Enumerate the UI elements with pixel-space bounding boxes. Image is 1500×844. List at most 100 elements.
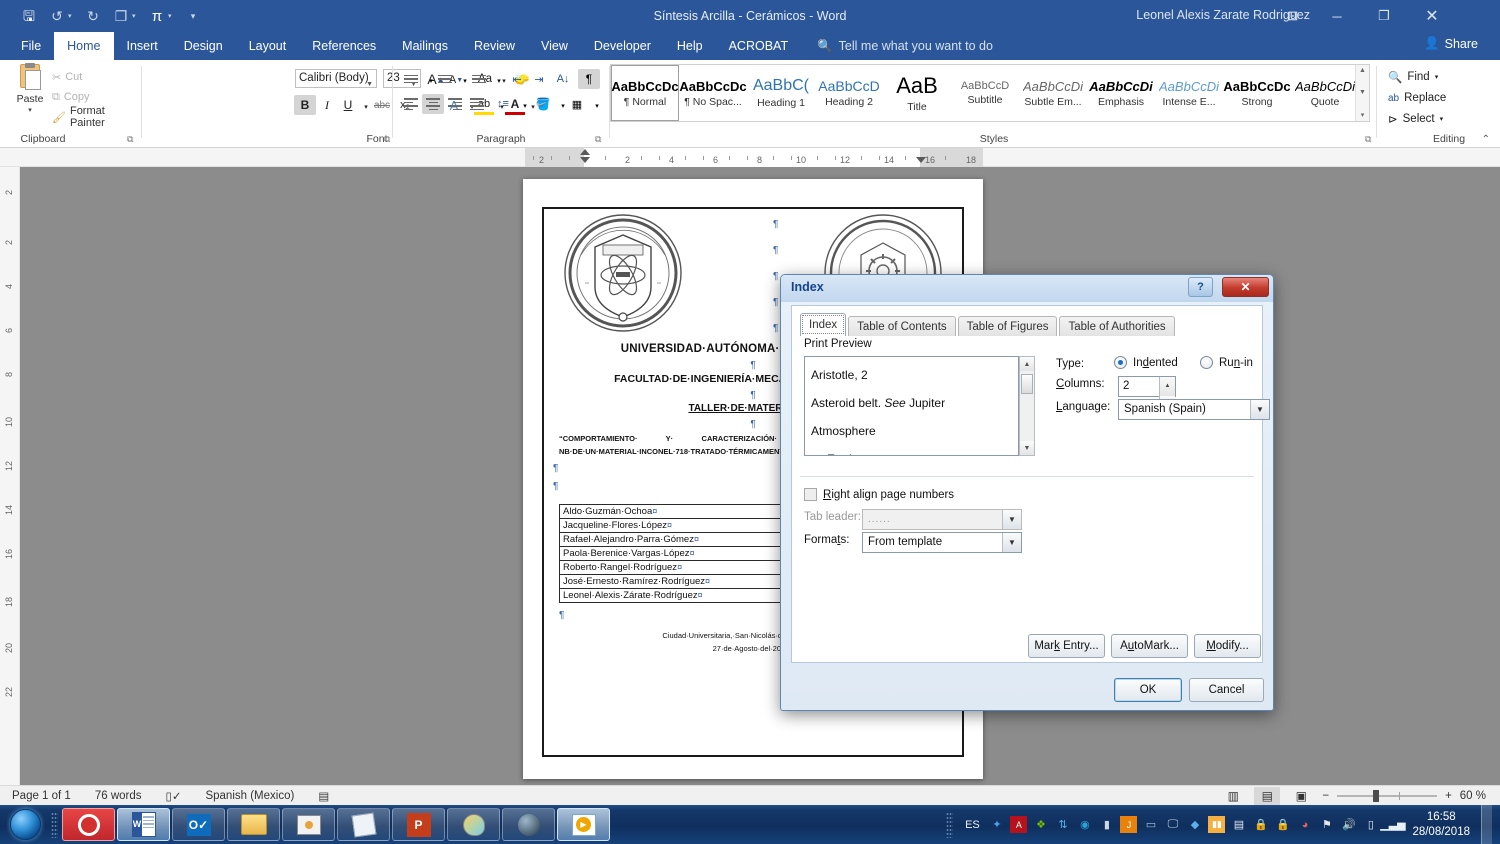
right-align-page-numbers-checkbox[interactable]: Right align page numbers <box>804 488 954 501</box>
proofing-errors-icon[interactable]: ▯✓ <box>154 789 194 803</box>
powerpoint-icon[interactable]: P <box>392 808 445 841</box>
scrollbar-thumb[interactable] <box>1021 374 1033 394</box>
tab-review[interactable]: Review <box>461 32 528 60</box>
font-dialog-launcher[interactable]: ⧉ <box>384 134 390 145</box>
right-indent-marker[interactable] <box>916 157 926 163</box>
dialog-help-button[interactable]: ? <box>1188 277 1213 297</box>
collapse-ribbon-icon[interactable]: ⌃ <box>1482 134 1490 145</box>
minimize-button[interactable]: ─ <box>1314 0 1360 32</box>
realtek-icon[interactable]: ◆ <box>1186 816 1203 833</box>
zoom-controls[interactable]: ▥ ▤ ▣ − + 60 % <box>1220 786 1486 805</box>
align-right-button[interactable] <box>444 94 466 114</box>
tab-leader-combo[interactable]: ...... ▼ <box>862 509 1022 530</box>
italic-button[interactable]: I <box>316 95 338 115</box>
chevron-down-icon[interactable]: ▼ <box>366 76 373 93</box>
laptop-icon[interactable]: ▭ <box>1142 816 1159 833</box>
chevron-down-icon[interactable]: ▼ <box>1002 533 1021 552</box>
save-icon[interactable]: 🖫 <box>16 4 42 28</box>
style-title[interactable]: AaB Title <box>883 65 951 121</box>
equation-icon[interactable]: π <box>144 4 170 28</box>
clock[interactable]: 16:58 28/08/2018 <box>1406 810 1476 840</box>
shapes-icon[interactable]: ❐ <box>108 4 134 28</box>
style-no-spacing[interactable]: AaBbCcDc ¶ No Spac... <box>679 65 747 121</box>
close-button[interactable]: ✕ <box>1409 0 1455 32</box>
zoom-in-button[interactable]: + <box>1445 790 1452 802</box>
paint-icon[interactable] <box>447 808 500 841</box>
styles-more-icon[interactable]: ▾ <box>1361 111 1365 119</box>
tab-references[interactable]: References <box>299 32 389 60</box>
style-quote[interactable]: AaBbCcDi Quote <box>1291 65 1359 121</box>
adobe-icon[interactable]: A <box>1010 816 1028 833</box>
usb-icon[interactable]: ▮ <box>1098 816 1115 833</box>
steam-icon[interactable] <box>502 808 555 841</box>
style-subtitle[interactable]: AaBbCcD Subtitle <box>951 65 1019 121</box>
zoom-out-button[interactable]: − <box>1322 790 1329 802</box>
undo-dropdown-icon[interactable]: ▾ <box>68 12 78 20</box>
dialog-tab-index[interactable]: Index <box>800 313 847 336</box>
taskbar-grip[interactable] <box>51 811 58 838</box>
bluetooth-icon[interactable]: ✦ <box>988 816 1005 833</box>
tab-mailings[interactable]: Mailings <box>389 32 461 60</box>
opera-icon[interactable] <box>62 808 115 841</box>
share-button[interactable]: 👤 Share <box>1424 36 1478 51</box>
nvidia-icon[interactable]: ❖ <box>1032 816 1049 833</box>
network-sync-icon[interactable]: ⇅ <box>1054 816 1071 833</box>
horizontal-ruler[interactable]: 2 2 4 6 8 10 12 14 16 18 <box>0 148 1500 167</box>
task-icon[interactable]: ▤ <box>1230 816 1247 833</box>
tab-design[interactable]: Design <box>171 32 236 60</box>
tab-developer[interactable]: Developer <box>581 32 664 60</box>
style-emphasis[interactable]: AaBbCcDi Emphasis <box>1087 65 1155 121</box>
radio-indented[interactable]: Indented <box>1114 356 1178 369</box>
columns-spinner[interactable]: 2 ▲ ▼ <box>1118 376 1176 415</box>
zoom-slider[interactable] <box>1337 789 1438 802</box>
language-indicator-tray[interactable]: ES <box>961 816 983 833</box>
style-subtle-emphasis[interactable]: AaBbCcDi Subtle Em... <box>1019 65 1087 121</box>
macro-record-icon[interactable]: ▤ <box>306 789 341 803</box>
tab-layout[interactable]: Layout <box>236 32 300 60</box>
radio-run-in[interactable]: Run-in <box>1200 356 1253 369</box>
scroll-up-icon[interactable]: ▲ <box>1359 67 1366 74</box>
paste-dropdown-icon[interactable]: ▾ <box>28 106 32 114</box>
word-icon[interactable]: W <box>117 808 170 841</box>
quick-access-toolbar[interactable]: 🖫 ↺ ▾ ↻ ❐ ▾ π ▾ ▾ <box>0 4 206 28</box>
language-combo[interactable]: Spanish (Spain) ▼ <box>1118 399 1270 420</box>
system-tray[interactable]: ES ✦ A ❖ ⇅ ◉ ▮ J ▭ 🖵 ◆ ▮▮ ▤ 🔒 🔒 ◕ ⚑ 🔊 ▯ … <box>943 805 1500 844</box>
antivirus-icon[interactable]: ◉ <box>1076 816 1093 833</box>
scroll-up-icon[interactable]: ▲ <box>1020 357 1034 371</box>
automark-button[interactable]: AutoMark... <box>1111 634 1188 658</box>
find-dropdown-icon[interactable]: ▾ <box>1435 73 1439 81</box>
underline-button[interactable]: U <box>338 95 358 115</box>
spinner-buttons[interactable]: ▲ ▼ <box>1159 377 1175 415</box>
style-heading-2[interactable]: AaBbCcD Heading 2 <box>815 65 883 121</box>
paste-button[interactable]: Paste ▾ <box>8 63 52 126</box>
scroll-down-icon[interactable]: ▼ <box>1359 89 1366 96</box>
clipboard-dialog-launcher[interactable]: ⧉ <box>127 134 133 145</box>
bold-button[interactable]: B <box>294 95 316 115</box>
media-player-icon[interactable]: ▶ <box>557 808 610 841</box>
styles-gallery[interactable]: AaBbCcDc ¶ Normal AaBbCcDc ¶ No Spac... … <box>610 64 1370 122</box>
tab-insert[interactable]: Insert <box>114 32 171 60</box>
dialog-close-button[interactable]: ✕ <box>1222 277 1269 297</box>
align-left-button[interactable] <box>400 94 422 114</box>
ribbon-display-options-icon[interactable]: ⊡ <box>1270 0 1316 32</box>
shapes-dropdown-icon[interactable]: ▾ <box>132 12 142 20</box>
style-heading-1[interactable]: AaBbC( Heading 1 <box>747 65 815 121</box>
print-layout-button[interactable]: ▤ <box>1254 786 1281 805</box>
shading-button[interactable]: 🪣 <box>532 94 554 114</box>
dialog-tab-table-of-authorities[interactable]: Table of Authorities <box>1059 316 1175 336</box>
redo-icon[interactable]: ↻ <box>80 4 106 28</box>
style-strong[interactable]: AaBbCcDc Strong <box>1223 65 1291 121</box>
format-painter-button[interactable]: 🖌 Format Painter <box>52 105 142 129</box>
mark-entry-button[interactable]: Mark Entry... <box>1028 634 1105 658</box>
preview-scrollbar[interactable]: ▲ ▼ <box>1019 356 1035 456</box>
select-button[interactable]: ⊳ Select ▾ <box>1388 110 1443 128</box>
increase-indent-button[interactable]: ⇥ <box>528 69 550 89</box>
scroll-down-icon[interactable]: ▼ <box>1020 441 1034 455</box>
word-count[interactable]: 76 words <box>83 790 154 802</box>
java-icon[interactable]: J <box>1120 816 1138 833</box>
file-explorer-icon[interactable] <box>227 808 280 841</box>
dialog-tab-table-of-figures[interactable]: Table of Figures <box>957 316 1058 336</box>
copy-button[interactable]: ⧉ Copy <box>52 88 90 106</box>
read-mode-button[interactable]: ▥ <box>1220 787 1246 805</box>
select-dropdown-icon[interactable]: ▾ <box>1440 115 1444 123</box>
